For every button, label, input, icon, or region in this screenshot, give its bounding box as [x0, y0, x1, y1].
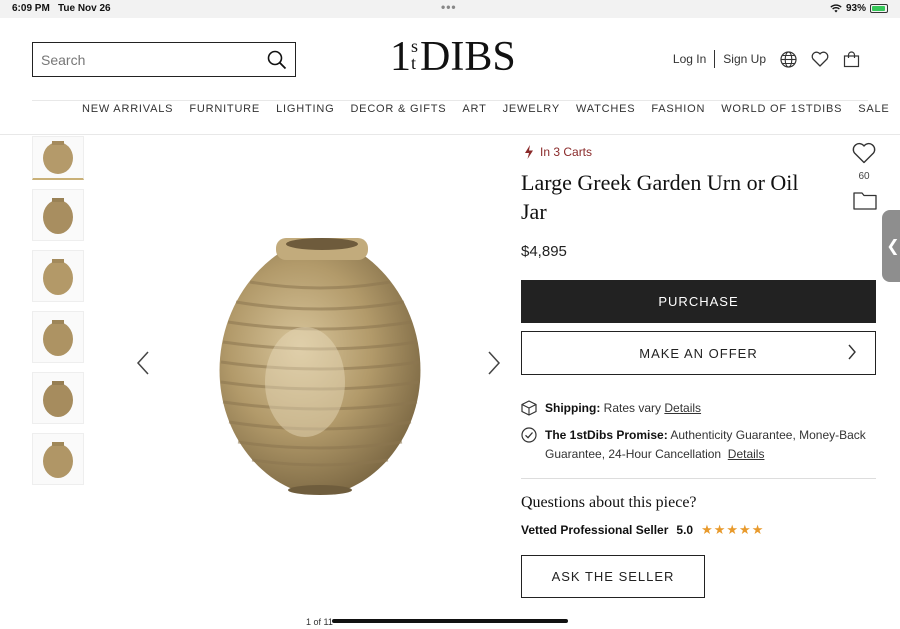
- product-price: $4,895: [521, 243, 567, 260]
- star-rating-icon: ★★★★★: [701, 522, 765, 537]
- package-icon: [521, 400, 537, 422]
- battery-percent: 93%: [845, 3, 866, 14]
- nav-bottom-divider: [0, 134, 900, 135]
- lightning-icon: [525, 145, 533, 159]
- questions-heading: Questions about this piece?: [521, 494, 697, 511]
- make-offer-label: MAKE AN OFFER: [639, 345, 758, 361]
- nav-item-fashion[interactable]: FASHION: [651, 103, 705, 115]
- logo-text: DIBS: [420, 34, 516, 80]
- favorite-count: 60: [858, 171, 870, 182]
- seller-label: Vetted Professional Seller: [521, 523, 669, 537]
- status-date: Tue Nov 26: [58, 3, 111, 14]
- thumbnail-5[interactable]: [32, 372, 84, 424]
- globe-icon[interactable]: [780, 50, 797, 68]
- nav-item-jewelry[interactable]: JEWELRY: [503, 103, 560, 115]
- next-image-arrow-icon[interactable]: [487, 350, 501, 383]
- multitask-dots-icon[interactable]: •••: [441, 0, 457, 14]
- logo-sup-t: t: [411, 53, 417, 74]
- login-link[interactable]: Log In: [673, 52, 706, 66]
- thumbnail-1[interactable]: [32, 136, 84, 180]
- seller-rating: Vetted Professional Seller 5.0 ★★★★★: [521, 522, 764, 538]
- home-indicator[interactable]: [332, 619, 568, 623]
- search-input[interactable]: [33, 51, 253, 68]
- purchase-button[interactable]: PURCHASE: [521, 280, 876, 323]
- in-carts-badge: In 3 Carts: [524, 145, 592, 159]
- thumbnail-3[interactable]: [32, 250, 84, 302]
- check-circle-icon: [521, 427, 537, 449]
- status-bar: 6:09 PM Tue Nov 26 ••• 93%: [0, 0, 900, 18]
- shipping-label: Shipping:: [545, 401, 601, 415]
- thumbnail-6[interactable]: [32, 433, 84, 485]
- side-panel-handle[interactable]: ❮: [882, 210, 900, 282]
- shipping-details-link[interactable]: Details: [664, 401, 701, 415]
- search-icon[interactable]: [267, 50, 287, 75]
- nav-item-world-of-1stdibs[interactable]: WORLD OF 1STDIBS: [721, 103, 842, 115]
- header-actions: Log In Sign Up: [673, 50, 860, 68]
- search-bar[interactable]: [32, 42, 296, 77]
- product-image-urn: [210, 232, 430, 502]
- in-carts-text: In 3 Carts: [540, 145, 593, 159]
- favorite-button[interactable]: 60: [852, 142, 876, 182]
- nav-item-sale[interactable]: SALE: [858, 103, 889, 115]
- header-divider: [714, 50, 716, 68]
- nav-item-watches[interactable]: WATCHES: [576, 103, 635, 115]
- wifi-icon: [830, 4, 842, 13]
- shipping-info: Shipping: Rates vary Details: [521, 399, 876, 418]
- previous-image-arrow-icon[interactable]: [136, 350, 150, 383]
- section-divider: [521, 478, 876, 479]
- nav-item-furniture[interactable]: FURNITURE: [189, 103, 260, 115]
- product-title: Large Greek Garden Urn or Oil Jar: [521, 170, 799, 224]
- image-pager: 1 of 11: [306, 617, 333, 627]
- status-time: 6:09 PM: [12, 3, 50, 14]
- make-offer-button[interactable]: MAKE AN OFFER: [521, 331, 876, 375]
- thumbnail-4[interactable]: [32, 311, 84, 363]
- ask-seller-button[interactable]: ASK THE SELLER: [521, 555, 705, 598]
- shipping-text: Rates vary: [603, 401, 662, 415]
- seller-score: 5.0: [676, 523, 694, 537]
- promise-details-link[interactable]: Details: [728, 447, 765, 461]
- site-logo[interactable]: 1 st DIBS: [390, 36, 516, 78]
- nav-item-new-arrivals[interactable]: NEW ARRIVALS: [82, 103, 173, 115]
- main-nav: NEW ARRIVALS FURNITURE LIGHTING DECOR & …: [82, 103, 890, 115]
- promise-info: The 1stDibs Promise: Authenticity Guaran…: [521, 426, 876, 464]
- favorites-heart-icon[interactable]: [811, 51, 829, 67]
- heart-icon[interactable]: [852, 142, 876, 164]
- promise-label: The 1stDibs Promise:: [545, 428, 668, 442]
- nav-item-art[interactable]: ART: [462, 103, 486, 115]
- nav-top-divider: [32, 100, 868, 101]
- battery-icon: [870, 4, 888, 13]
- nav-item-lighting[interactable]: LIGHTING: [276, 103, 334, 115]
- signup-link[interactable]: Sign Up: [723, 52, 766, 66]
- logo-numeral: 1: [390, 34, 411, 80]
- chevron-right-icon: [847, 343, 857, 364]
- shopping-bag-icon[interactable]: [843, 50, 860, 68]
- thumbnail-strip: [32, 136, 84, 494]
- nav-item-decor-gifts[interactable]: DECOR & GIFTS: [350, 103, 446, 115]
- save-to-folder-icon[interactable]: [853, 191, 877, 215]
- thumbnail-2[interactable]: [32, 189, 84, 241]
